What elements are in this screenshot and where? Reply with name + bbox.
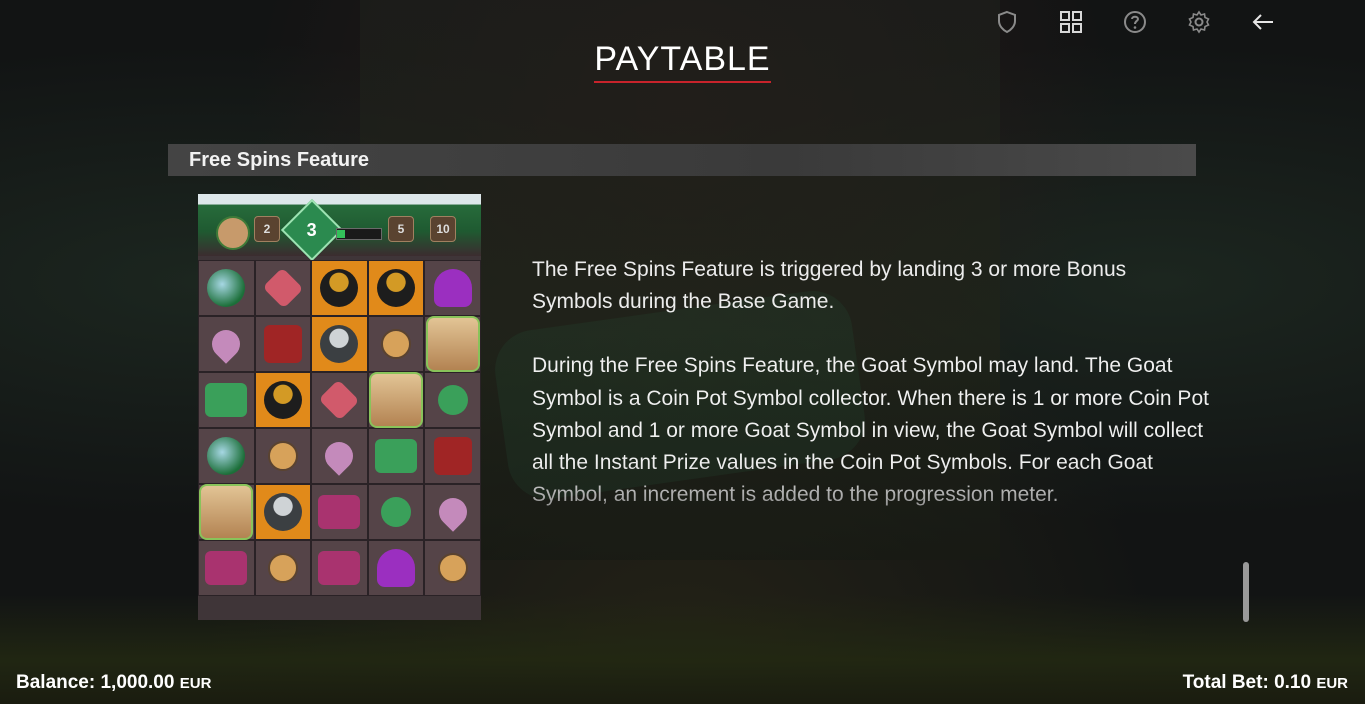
preview-progress-bar [336,228,382,240]
reel-cell [424,484,481,540]
reel-cell [198,540,255,596]
preview-meter-chip: 2 [254,216,280,242]
spade-symbol-icon [432,492,473,532]
total-bet-value: 0.10 [1274,672,1312,693]
reel-cell [311,260,368,316]
top-toolbar [975,8,1295,36]
grid-button[interactable] [1039,8,1103,36]
reel-cell [198,372,255,428]
scrollbar-thumb[interactable] [1243,562,1249,622]
mush-symbol-icon [433,269,472,307]
balance-currency: EUR [179,675,212,692]
shield-icon [998,10,1016,34]
preview-meter-gem-value: 3 [306,219,318,240]
back-button[interactable] [1231,8,1295,36]
dia-symbol-icon [261,434,305,478]
potg-symbol-icon [320,325,359,363]
chest-symbol-icon [375,439,418,473]
chest-symbol-icon [205,383,248,417]
reel-cell [254,428,312,484]
reel-cell [311,428,368,484]
reel-cell [198,428,255,484]
chestp-symbol-icon [318,495,361,529]
feature-description: The Free Spins Feature is triggered by l… [532,254,1212,543]
reel-cell [424,316,481,372]
balance-label: Balance: [16,672,96,693]
balance-display: Balance: 1,000.00 EUR [16,672,211,694]
reel-cell [367,428,425,484]
reel-cell [254,260,312,316]
game-preview-image: 2 3 5 10 [198,194,481,620]
chestp-symbol-icon [318,551,361,585]
preview-reel-grid [198,260,481,596]
back-arrow-icon [1252,14,1273,30]
balance-value: 1,000.00 [100,672,175,693]
preview-meter-chip: 5 [388,216,414,242]
help-icon [1124,11,1146,33]
dia-symbol-icon [261,546,305,590]
reel-cell [254,372,312,428]
goat-symbol-icon [425,316,480,372]
dia-symbol-icon [431,546,474,590]
egg-symbol-icon [207,269,246,307]
dia-symbol-icon [374,322,418,366]
section-header: Free Spins Feature [168,144,1196,176]
reel-cell [254,484,312,540]
shield-button[interactable] [975,8,1039,36]
reel-cell [424,260,481,316]
total-bet-currency: EUR [1316,675,1348,692]
reel-cell [254,316,312,372]
pot-symbol-icon [320,269,359,307]
spade-symbol-icon [206,324,247,364]
reel-cell [367,484,425,540]
page-title: PAYTABLE [594,40,771,83]
reel-cell [311,372,368,428]
chestp-symbol-icon [205,551,248,585]
reel-cell [367,316,425,372]
heart-symbol-icon [318,379,360,421]
preview-meter-chip: 10 [430,216,456,242]
reel-cell [198,484,255,540]
goat-symbol-icon [369,372,424,428]
total-bet-label: Total Bet: [1182,672,1269,693]
mush-symbol-icon [377,549,416,587]
reel-cell [424,372,481,428]
reel-cell [424,428,481,484]
settings-button[interactable] [1167,8,1231,36]
section-title: Free Spins Feature [189,148,370,171]
reel-cell [311,316,368,372]
reel-cell [311,540,368,596]
reel-cell [367,260,425,316]
reel-cell [367,372,425,428]
potg-symbol-icon [263,493,302,531]
help-button[interactable] [1103,8,1167,36]
club-symbol-icon [381,497,412,527]
reel-cell [311,484,368,540]
ruby-symbol-icon [263,325,302,363]
reel-cell [424,540,481,596]
reel-cell [198,260,255,316]
description-paragraph: During the Free Spins Feature, the Goat … [532,350,1212,511]
gear-icon [1188,10,1210,34]
reel-cell [254,540,312,596]
total-bet-display: Total Bet: 0.10 EUR [1183,672,1348,694]
heart-symbol-icon [262,267,304,309]
reel-cell [198,316,255,372]
club-symbol-icon [437,385,468,415]
ruby-symbol-icon [433,437,472,475]
grid-icon [1060,11,1082,33]
egg-symbol-icon [207,437,246,475]
pot-symbol-icon [263,381,302,419]
preview-goat-avatar [216,216,250,250]
description-paragraph: The Free Spins Feature is triggered by l… [532,258,1127,314]
reel-cell [367,540,425,596]
spade-symbol-icon [319,436,360,476]
page-title-wrap: PAYTABLE [0,40,1365,83]
goat-symbol-icon [199,484,254,540]
pot-symbol-icon [377,269,416,307]
